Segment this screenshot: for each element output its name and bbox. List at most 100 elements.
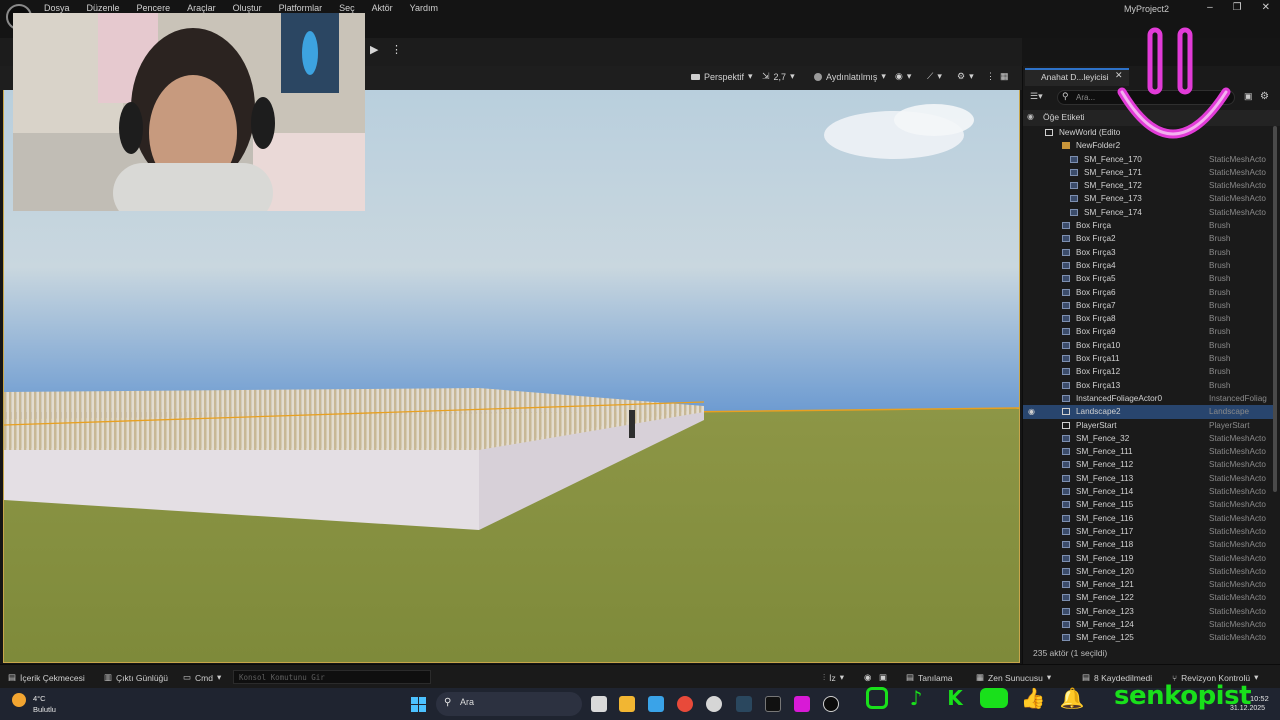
windows-start-icon[interactable] bbox=[411, 697, 426, 712]
outliner-row[interactable]: Box Fırça4 Brush bbox=[1023, 259, 1273, 272]
gear-icon: ⚙ bbox=[957, 71, 966, 81]
outliner-row[interactable]: Box Fırça10 Brush bbox=[1023, 339, 1273, 352]
store-icon[interactable] bbox=[648, 696, 664, 712]
menu-tools[interactable]: Araçlar bbox=[187, 3, 225, 13]
outliner-row[interactable]: SM_Fence_117 StaticMeshActo bbox=[1023, 525, 1273, 538]
outliner-row[interactable]: SM_Fence_171 StaticMeshActo bbox=[1023, 166, 1273, 179]
outliner-row[interactable]: Box Fırça3 Brush bbox=[1023, 246, 1273, 259]
menu-edit[interactable]: Düzenle bbox=[87, 3, 129, 13]
add-folder-icon[interactable]: ▣ bbox=[1244, 91, 1253, 102]
chevron-down-icon: ▾ bbox=[881, 71, 886, 81]
weather-sun-icon[interactable] bbox=[12, 693, 26, 707]
outliner-row[interactable]: Box Fırça2 Brush bbox=[1023, 232, 1273, 245]
view-mode-dropdown[interactable]: Perspektif ▾ bbox=[691, 71, 753, 82]
task-view-icon[interactable] bbox=[591, 696, 607, 712]
cmd-dropdown[interactable]: ▭ Cmd ▾ bbox=[183, 672, 221, 683]
file-explorer-icon[interactable] bbox=[619, 696, 635, 712]
outliner-row[interactable]: Box Fırça6 Brush bbox=[1023, 286, 1273, 299]
outliner-row[interactable]: Box Fırça11 Brush bbox=[1023, 352, 1273, 365]
viewport-settings-dropdown[interactable]: ⚙ ▾ bbox=[957, 71, 974, 82]
bell-icon: 🔔 bbox=[1059, 686, 1085, 710]
viewport-layout-button[interactable]: ▦ bbox=[1000, 71, 1009, 82]
outliner-row-label: SM_Fence_115 bbox=[1076, 500, 1134, 510]
brush-icon bbox=[1062, 328, 1070, 336]
outliner-row[interactable]: Box Fırça5 Brush bbox=[1023, 272, 1273, 285]
outliner-row[interactable]: Box Fırça Brush bbox=[1023, 219, 1273, 232]
outliner-row[interactable]: PlayerStart PlayerStart bbox=[1023, 419, 1273, 432]
outliner-row[interactable]: SM_Fence_121 StaticMeshActo bbox=[1023, 578, 1273, 591]
visibility-eye-icon[interactable]: ◉ bbox=[1028, 405, 1035, 418]
play-icon[interactable]: ▶ bbox=[370, 43, 378, 56]
diagnostics-button[interactable]: ▤ Tanılama bbox=[906, 672, 953, 683]
menu-help[interactable]: Yardım bbox=[410, 3, 447, 13]
chrome-icon[interactable] bbox=[677, 696, 693, 712]
outliner-row[interactable]: SM_Fence_122 StaticMeshActo bbox=[1023, 591, 1273, 604]
menu-window[interactable]: Pencere bbox=[137, 3, 180, 13]
chevron-down-icon: ▾ bbox=[748, 71, 753, 81]
outliner-row[interactable]: SM_Fence_116 StaticMeshActo bbox=[1023, 512, 1273, 525]
trace-dropdown[interactable]: ⫶ İz ▾ bbox=[823, 672, 844, 683]
menu-file[interactable]: Dosya bbox=[44, 3, 79, 13]
steam-icon[interactable] bbox=[736, 696, 752, 712]
item-label-header[interactable]: Öğe Etiketi bbox=[1043, 112, 1085, 122]
visibility-eye-icon[interactable]: ◉ bbox=[1027, 112, 1034, 121]
outliner-row-type: Landscape bbox=[1209, 407, 1250, 417]
gear-icon[interactable]: ⚙ bbox=[1260, 91, 1269, 102]
zen-server-dropdown[interactable]: ▦ Zen Sunucusu ▾ bbox=[976, 672, 1051, 683]
outliner-row[interactable]: Box Fırça12 Brush bbox=[1023, 365, 1273, 378]
show-flags-dropdown[interactable]: ◉ ▾ bbox=[895, 71, 911, 82]
maximize-button[interactable]: ❐ bbox=[1233, 2, 1242, 13]
filter-icon[interactable]: ☰▾ bbox=[1030, 91, 1043, 102]
outliner-row[interactable]: SM_Fence_172 StaticMeshActo bbox=[1023, 179, 1273, 192]
menu-platforms[interactable]: Platformlar bbox=[279, 3, 332, 13]
viewport-options-button[interactable]: ⋮ bbox=[986, 71, 995, 82]
outliner-row-label: SM_Fence_124 bbox=[1076, 619, 1134, 629]
outliner-row[interactable]: SM_Fence_123 StaticMeshActo bbox=[1023, 605, 1273, 618]
outliner-row[interactable]: InstancedFoliageActor0 InstancedFoliag bbox=[1023, 392, 1273, 405]
menu-build[interactable]: Oluştur bbox=[233, 3, 271, 13]
transform-tools-dropdown[interactable]: ⟋ ▾ bbox=[927, 71, 942, 82]
unreal-engine-icon[interactable] bbox=[823, 696, 839, 712]
taskbar bbox=[0, 688, 1280, 720]
weather-temperature[interactable]: 4°C bbox=[33, 694, 46, 703]
outliner-row[interactable]: SM_Fence_112 StaticMeshActo bbox=[1023, 458, 1273, 471]
content-drawer-button[interactable]: ▤ İçerik Çekmecesi bbox=[8, 672, 85, 683]
outliner-row[interactable]: Box Fırça8 Brush bbox=[1023, 312, 1273, 325]
camera-speed-dropdown[interactable]: ⇲ 2,7 ▾ bbox=[762, 71, 795, 82]
outliner-row[interactable]: SM_Fence_124 StaticMeshActo bbox=[1023, 618, 1273, 631]
output-log-button[interactable]: ▥ Çıktı Günlüğü bbox=[104, 672, 168, 683]
menu-actor[interactable]: Aktör bbox=[372, 3, 402, 13]
outliner-row[interactable]: SM_Fence_174 StaticMeshActo bbox=[1023, 206, 1273, 219]
outliner-row[interactable]: SM_Fence_173 StaticMeshActo bbox=[1023, 192, 1273, 205]
record-button[interactable]: ◉ bbox=[864, 672, 871, 683]
outliner-row[interactable]: SM_Fence_120 StaticMeshActo bbox=[1023, 565, 1273, 578]
clock-time[interactable]: 10:52 bbox=[1250, 694, 1269, 703]
lighting-mode-dropdown[interactable]: Aydınlatılmış ▾ bbox=[814, 71, 886, 82]
outliner-row[interactable]: SM_Fence_125 StaticMeshActo bbox=[1023, 631, 1273, 644]
outliner-row[interactable]: SM_Fence_113 StaticMeshActo bbox=[1023, 472, 1273, 485]
minimize-button[interactable]: – bbox=[1207, 2, 1213, 13]
obs-icon[interactable] bbox=[706, 696, 722, 712]
chevron-down-icon: ▾ bbox=[790, 71, 795, 81]
outliner-row[interactable]: Box Fırça13 Brush bbox=[1023, 379, 1273, 392]
outliner-row[interactable]: SM_Fence_118 StaticMeshActo bbox=[1023, 538, 1273, 551]
taskbar-search[interactable]: Ara bbox=[436, 692, 582, 716]
epic-games-icon[interactable] bbox=[765, 696, 781, 712]
outliner-row[interactable]: SM_Fence_114 StaticMeshActo bbox=[1023, 485, 1273, 498]
console-command-input[interactable]: Konsol Komutunu Gir bbox=[233, 670, 431, 684]
outliner-row[interactable]: Box Fırça7 Brush bbox=[1023, 299, 1273, 312]
close-window-button[interactable]: ✕ bbox=[1262, 2, 1270, 13]
outliner-row[interactable]: SM_Fence_32 StaticMeshActo bbox=[1023, 432, 1273, 445]
outliner-row[interactable]: SM_Fence_119 StaticMeshActo bbox=[1023, 552, 1273, 565]
outliner-row[interactable]: Box Fırça9 Brush bbox=[1023, 325, 1273, 338]
more-vertical-icon[interactable]: ⋮ bbox=[391, 43, 402, 56]
outliner-scrollbar[interactable] bbox=[1273, 126, 1277, 492]
weather-description[interactable]: Bulutlu bbox=[33, 705, 56, 714]
outliner-row[interactable]: ◉ Landscape2 Landscape bbox=[1023, 405, 1273, 419]
app-icon[interactable] bbox=[794, 696, 810, 712]
outliner-row[interactable]: SM_Fence_111 StaticMeshActo bbox=[1023, 445, 1273, 458]
screenshot-button[interactable]: ▣ bbox=[879, 672, 887, 683]
outliner-row[interactable]: SM_Fence_115 StaticMeshActo bbox=[1023, 498, 1273, 511]
outliner-row-label: Box Fırça bbox=[1076, 221, 1112, 231]
menu-select[interactable]: Seç bbox=[339, 3, 364, 13]
